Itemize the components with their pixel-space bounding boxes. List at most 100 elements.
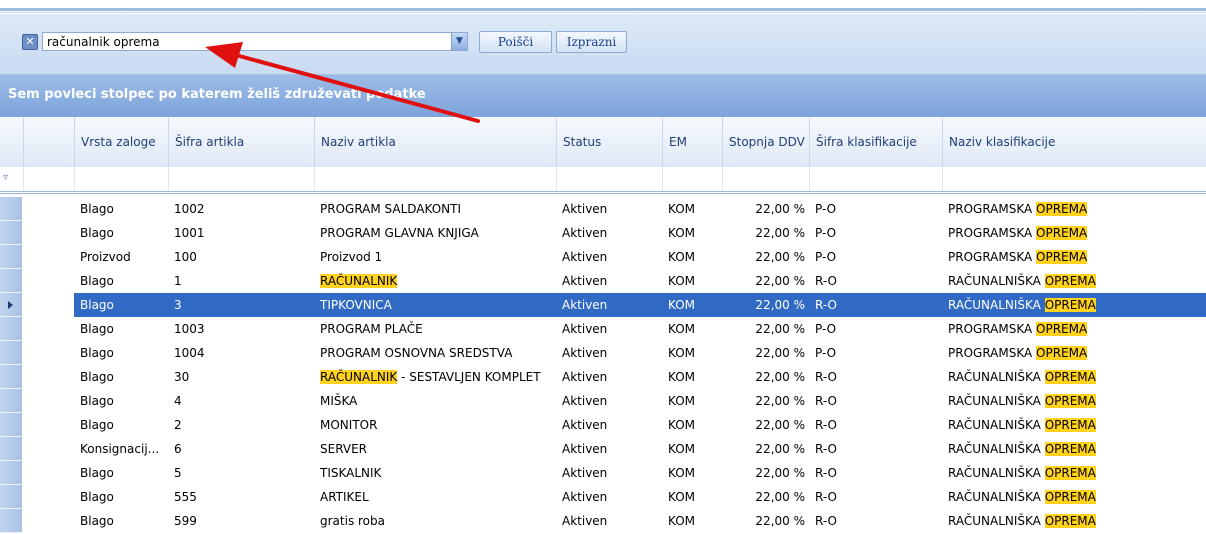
column-header-naziv-artikla[interactable]: Naziv artikla [314,117,556,167]
cell-vrsta-zaloge[interactable]: Proizvod [74,245,168,269]
cell-sifra-artikla[interactable]: 6 [168,437,314,461]
cell-vrsta-zaloge[interactable]: Blago [74,269,168,293]
table-row[interactable]: Blago 4 MIŠKA Aktiven KOM 22,00 % R-O RAČUNALNI… [0,389,1206,413]
cell-naziv-klasifikacije[interactable]: PROGRAMSKA OPREMA [942,245,1206,269]
cell-status[interactable]: Aktiven [556,269,662,293]
column-header-naziv-klasifikacije[interactable]: Naziv klasifikacije [942,117,1206,167]
cell-vrsta-zaloge[interactable]: Blago [74,293,168,317]
row-indicator[interactable] [0,485,22,509]
cell-naziv-klasifikacije[interactable]: RAČUNALNIŠKA OPREMA [942,485,1206,509]
table-row[interactable]: Proizvod 100 Proizvod 1 Aktiven KOM 22,00 % P-… [0,245,1206,269]
cell-naziv-klasifikacije[interactable]: RAČUNALNIŠKA OPREMA [942,509,1206,533]
row-indicator[interactable] [0,437,22,461]
cell-stopnja-ddv[interactable]: 22,00 % [722,413,809,437]
cell-stopnja-ddv[interactable]: 22,00 % [722,269,809,293]
column-header-status[interactable]: Status [556,117,662,167]
cell-status[interactable]: Aktiven [556,293,662,317]
cell-sifra-klasifikacije[interactable]: R-O [809,485,942,509]
cell-sifra-klasifikacije[interactable]: R-O [809,293,942,317]
cell-vrsta-zaloge[interactable]: Konsignacij... [74,437,168,461]
cell-naziv-artikla[interactable]: ARTIKEL [314,485,556,509]
cell-stopnja-ddv[interactable]: 22,00 % [722,341,809,365]
cell-status[interactable]: Aktiven [556,509,662,533]
cell-naziv-klasifikacije[interactable]: RAČUNALNIŠKA OPREMA [942,269,1206,293]
cell-naziv-klasifikacije[interactable]: PROGRAMSKA OPREMA [942,341,1206,365]
cell-vrsta-zaloge[interactable]: Blago [74,317,168,341]
cell-em[interactable]: KOM [662,317,722,341]
cell-naziv-artikla[interactable]: TIPKOVNICA [314,293,556,317]
table-row[interactable]: Blago 1 RAČUNALNIK Aktiven KOM 22,00 % R-O RAČU… [0,269,1206,293]
cell-sifra-artikla[interactable]: 5 [168,461,314,485]
cell-stopnja-ddv[interactable]: 22,00 % [722,293,809,317]
cell-naziv-klasifikacije[interactable]: PROGRAMSKA OPREMA [942,317,1206,341]
find-button[interactable]: Poišči [479,31,552,53]
filter-cell[interactable] [942,167,1206,191]
table-row[interactable]: Blago 599 gratis roba Aktiven KOM 22,00 % R-O R… [0,509,1206,533]
cell-em[interactable]: KOM [662,245,722,269]
row-indicator[interactable] [0,341,22,365]
cell-em[interactable]: KOM [662,485,722,509]
cell-vrsta-zaloge[interactable]: Blago [74,509,168,533]
cell-sifra-klasifikacije[interactable]: R-O [809,389,942,413]
cell-vrsta-zaloge[interactable]: Blago [74,221,168,245]
cell-naziv-artikla[interactable]: RAČUNALNIK [314,269,556,293]
cell-naziv-artikla[interactable]: RAČUNALNIK - SESTAVLJEN KOMPLET [314,365,556,389]
cell-naziv-artikla[interactable]: PROGRAM SALDAKONTI [314,197,556,221]
cell-sifra-klasifikacije[interactable]: R-O [809,413,942,437]
cell-status[interactable]: Aktiven [556,317,662,341]
cell-sifra-artikla[interactable]: 1001 [168,221,314,245]
cell-status[interactable]: Aktiven [556,413,662,437]
table-row[interactable]: Blago 1004 PROGRAM OSNOVNA SREDSTVA Aktiven… [0,341,1206,365]
cell-status[interactable]: Aktiven [556,197,662,221]
row-indicator[interactable] [0,269,22,293]
cell-sifra-klasifikacije[interactable]: R-O [809,437,942,461]
cell-naziv-artikla[interactable]: SERVER [314,437,556,461]
cell-sifra-artikla[interactable]: 3 [168,293,314,317]
row-indicator[interactable] [0,461,22,485]
row-indicator[interactable] [0,317,22,341]
column-header-em[interactable]: EM [662,117,722,167]
table-row[interactable]: Blago 1002 PROGRAM SALDAKONTI Aktiven KOM 22,… [0,197,1206,221]
cell-vrsta-zaloge[interactable]: Blago [74,197,168,221]
cell-stopnja-ddv[interactable]: 22,00 % [722,437,809,461]
filter-funnel-icon[interactable]: ▿ [3,172,8,183]
table-row[interactable]: Konsignacij... 6 SERVER Aktiven KOM 22,00 % R-… [0,437,1206,461]
cell-em[interactable]: KOM [662,389,722,413]
cell-sifra-artikla[interactable]: 1004 [168,341,314,365]
table-row[interactable]: Blago 3 TIPKOVNICA Aktiven KOM 22,00 % R-O RAČU… [0,293,1206,317]
row-indicator[interactable] [0,365,22,389]
filter-cell[interactable] [722,167,809,191]
cell-status[interactable]: Aktiven [556,461,662,485]
cell-vrsta-zaloge[interactable]: Blago [74,413,168,437]
cell-em[interactable]: KOM [662,365,722,389]
cell-vrsta-zaloge[interactable]: Blago [74,365,168,389]
cell-status[interactable]: Aktiven [556,365,662,389]
cell-stopnja-ddv[interactable]: 22,00 % [722,245,809,269]
cell-sifra-klasifikacije[interactable]: R-O [809,461,942,485]
cell-naziv-klasifikacije[interactable]: RAČUNALNIŠKA OPREMA [942,293,1206,317]
cell-sifra-klasifikacije[interactable]: P-O [809,245,942,269]
cell-em[interactable]: KOM [662,413,722,437]
cell-stopnja-ddv[interactable]: 22,00 % [722,485,809,509]
cell-sifra-klasifikacije[interactable]: P-O [809,317,942,341]
close-find-panel-icon[interactable]: ✕ [22,34,38,50]
cell-sifra-artikla[interactable]: 100 [168,245,314,269]
cell-stopnja-ddv[interactable]: 22,00 % [722,365,809,389]
row-indicator[interactable] [0,245,22,269]
cell-em[interactable]: KOM [662,509,722,533]
cell-naziv-klasifikacije[interactable]: RAČUNALNIŠKA OPREMA [942,461,1206,485]
cell-naziv-artikla[interactable]: PROGRAM OSNOVNA SREDSTVA [314,341,556,365]
cell-sifra-klasifikacije[interactable]: P-O [809,341,942,365]
cell-status[interactable]: Aktiven [556,341,662,365]
cell-em[interactable]: KOM [662,197,722,221]
cell-naziv-klasifikacije[interactable]: PROGRAMSKA OPREMA [942,221,1206,245]
table-row[interactable]: Blago 555 ARTIKEL Aktiven KOM 22,00 % R-O RAČUN… [0,485,1206,509]
cell-stopnja-ddv[interactable]: 22,00 % [722,509,809,533]
cell-status[interactable]: Aktiven [556,437,662,461]
cell-sifra-klasifikacije[interactable]: R-O [809,509,942,533]
filter-cell[interactable] [809,167,942,191]
cell-status[interactable]: Aktiven [556,485,662,509]
cell-naziv-artikla[interactable]: MIŠKA [314,389,556,413]
row-indicator[interactable] [0,293,22,317]
table-row[interactable]: Blago 30 RAČUNALNIK - SESTAVLJEN KOMPLET Ak… [0,365,1206,389]
